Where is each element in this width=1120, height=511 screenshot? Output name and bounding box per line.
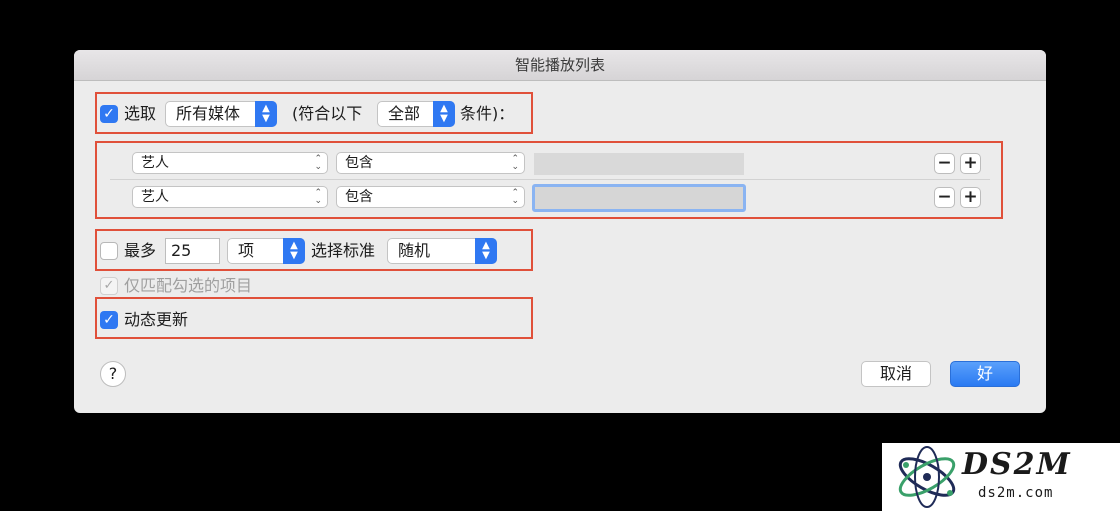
match-checked-checkbox: ✓ (100, 277, 118, 295)
limit-unit-value: 项 (238, 241, 255, 260)
rule-field-value: 艺人 (141, 155, 169, 171)
smart-playlist-dialog: 智能播放列表 ✓ 选取 所有媒体 ▲ ▼ (符合以下 全部 ▲ ▼ 条件)： 艺人 … (74, 50, 1046, 413)
match-prefix-text: (符合以下 (292, 104, 363, 123)
chevron-updown-icon: ▲ ▼ (475, 238, 497, 264)
select-label: 选取 (124, 104, 157, 123)
rule-value-field[interactable] (534, 153, 744, 175)
select-checkbox[interactable]: ✓ (100, 105, 118, 123)
add-rule-button[interactable]: + (960, 153, 981, 174)
add-rule-button[interactable]: + (960, 187, 981, 208)
watermark-domain: ds2m.com (978, 485, 1054, 501)
match-checked-label: 仅匹配勾选的项目 (124, 276, 253, 295)
chevron-updown-icon: ⌃ ⌄ (314, 188, 322, 206)
atom-logo-icon (898, 446, 956, 508)
remove-rule-button[interactable]: − (934, 153, 955, 174)
watermark: DS2M ds2m.com (882, 443, 1120, 511)
match-suffix-text: 条件)： (460, 104, 515, 123)
rule-operator-select[interactable]: 包含 ⌃ ⌄ (336, 186, 525, 208)
live-update-label: 动态更新 (124, 310, 189, 329)
rule-operator-value: 包含 (345, 155, 373, 171)
rule-operator-value: 包含 (345, 189, 373, 205)
limit-checkbox[interactable] (100, 242, 118, 260)
match-popup-value: 全部 (388, 104, 421, 123)
limit-count-input[interactable]: 25 (165, 238, 220, 264)
criteria-popup-value: 随机 (398, 241, 431, 260)
chevron-updown-icon: ⌃ ⌄ (511, 154, 519, 172)
rule-field-select[interactable]: 艺人 ⌃ ⌄ (132, 186, 328, 208)
remove-rule-button[interactable]: − (934, 187, 955, 208)
chevron-updown-icon: ⌃ ⌄ (314, 154, 322, 172)
limit-label: 最多 (124, 241, 157, 260)
criteria-popup[interactable]: 随机 ▲ ▼ (387, 238, 497, 264)
media-popup-value: 所有媒体 (176, 104, 241, 123)
chevron-updown-icon: ▲ ▼ (255, 101, 277, 127)
chevron-updown-icon: ⌃ ⌄ (511, 188, 519, 206)
criteria-label: 选择标准 (311, 241, 376, 260)
ok-button[interactable]: 好 (950, 361, 1020, 387)
dialog-title: 智能播放列表 (74, 50, 1046, 81)
rule-field-select[interactable]: 艺人 ⌃ ⌄ (132, 152, 328, 174)
cancel-button[interactable]: 取消 (861, 361, 931, 387)
limit-count-value: 25 (171, 241, 192, 260)
chevron-updown-icon: ▲ ▼ (433, 101, 455, 127)
watermark-logo-text: DS2M (962, 447, 1072, 482)
match-popup[interactable]: 全部 ▲ ▼ (377, 101, 455, 127)
rule-field-value: 艺人 (141, 189, 169, 205)
limit-unit-popup[interactable]: 项 ▲ ▼ (227, 238, 305, 264)
live-update-checkbox[interactable]: ✓ (100, 311, 118, 329)
chevron-updown-icon: ▲ ▼ (283, 238, 305, 264)
rule-operator-select[interactable]: 包含 ⌃ ⌄ (336, 152, 525, 174)
rule-value-field[interactable] (532, 184, 746, 212)
media-popup[interactable]: 所有媒体 ▲ ▼ (165, 101, 277, 127)
help-button[interactable]: ? (100, 361, 126, 387)
rules-separator (110, 179, 990, 180)
